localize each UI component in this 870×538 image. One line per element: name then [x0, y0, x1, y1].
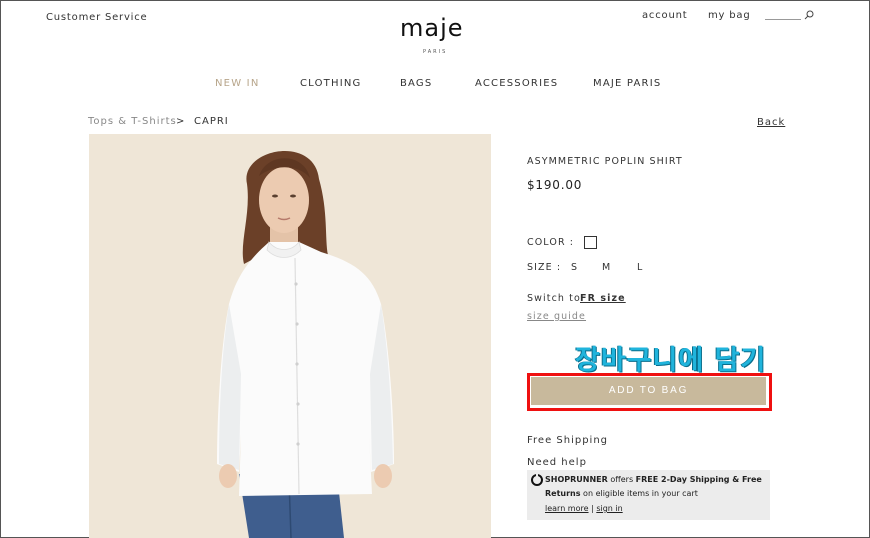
shoprunner-logo-icon: [531, 474, 543, 486]
shoprunner-learn-more-link[interactable]: learn more: [545, 504, 589, 513]
customer-service-link[interactable]: Customer Service: [46, 12, 148, 23]
breadcrumb-parent[interactable]: Tops & T-Shirts: [88, 116, 177, 127]
nav-new-in[interactable]: NEW IN: [215, 78, 260, 89]
breadcrumb-current: CAPRI: [194, 116, 229, 127]
maje-logo-sub: PARIS: [423, 49, 448, 55]
nav-maje-paris[interactable]: MAJE PARIS: [593, 78, 661, 89]
shoprunner-sign-in-link[interactable]: sign in: [596, 504, 622, 513]
add-to-bag-button[interactable]: ADD TO BAG: [531, 377, 766, 405]
shoprunner-eligible-text: on eligible items in your cart: [580, 489, 698, 498]
product-photo[interactable]: [89, 134, 491, 538]
shoprunner-offer-bold: FREE 2-Day Shipping & Free: [635, 475, 762, 484]
size-label: SIZE :: [527, 262, 562, 273]
size-option-m[interactable]: M: [602, 262, 611, 273]
nav-accessories[interactable]: ACCESSORIES: [475, 78, 558, 89]
size-option-s[interactable]: S: [571, 262, 578, 273]
back-link[interactable]: Back: [757, 117, 785, 128]
search-icon[interactable]: [804, 10, 814, 20]
product-title: ASYMMETRIC POPLIN SHIRT: [527, 156, 683, 167]
size-option-l[interactable]: L: [637, 262, 643, 273]
nav-bags[interactable]: BAGS: [400, 78, 432, 89]
korean-annotation: 장바구니에 담기: [575, 345, 767, 376]
size-guide-link[interactable]: size guide: [527, 311, 586, 322]
account-link[interactable]: account: [642, 10, 687, 21]
shoprunner-offer-text: offers: [607, 475, 636, 484]
my-bag-link[interactable]: my bag: [708, 10, 750, 21]
free-shipping-text[interactable]: Free Shipping: [527, 435, 608, 446]
nav-clothing[interactable]: CLOTHING: [300, 78, 361, 89]
shoprunner-box: SHOPRUNNER offers FREE 2-Day Shipping & …: [527, 470, 770, 520]
switch-size-label: Switch to: [527, 293, 581, 304]
model-illustration: [217, 151, 394, 538]
search-input[interactable]: [765, 19, 801, 20]
breadcrumb-separator: >: [176, 116, 186, 127]
color-swatch-white[interactable]: [584, 236, 597, 249]
shoprunner-returns: Returns: [545, 489, 581, 498]
product-price: $190.00: [527, 178, 583, 192]
shoprunner-brand: SHOPRUNNER: [545, 475, 608, 484]
maje-logo[interactable]: maje: [400, 14, 464, 42]
color-label: COLOR :: [527, 237, 575, 248]
fr-size-link[interactable]: FR size: [580, 293, 626, 304]
need-help-text[interactable]: Need help: [527, 457, 587, 468]
